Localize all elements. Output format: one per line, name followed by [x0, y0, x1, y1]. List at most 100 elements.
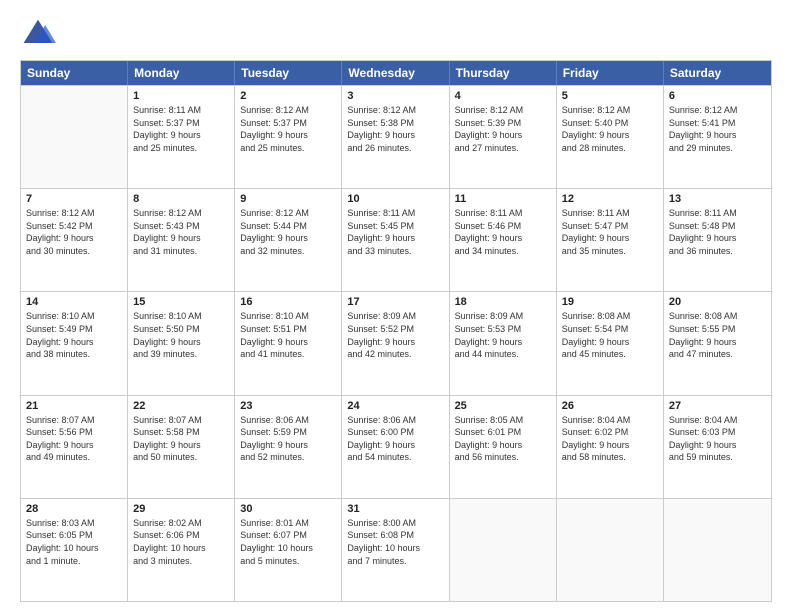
- day-number: 24: [347, 400, 443, 412]
- calendar-cell: 28 Sunrise: 8:03 AM Sunset: 6:05 PM Dayli…: [21, 499, 128, 601]
- day-content: Sunrise: 8:11 AM Sunset: 5:46 PM Dayligh…: [455, 207, 551, 257]
- day-number: 17: [347, 296, 443, 308]
- day-number: 15: [133, 296, 229, 308]
- day-content: Sunrise: 8:11 AM Sunset: 5:47 PM Dayligh…: [562, 207, 658, 257]
- calendar-cell: 10 Sunrise: 8:11 AM Sunset: 5:45 PM Dayli…: [342, 189, 449, 291]
- calendar-cell: 25Sunrise: 8:05 AM Sunset: 6:01 PM Dayli…: [450, 396, 557, 498]
- header-day-friday: Friday: [557, 61, 664, 85]
- calendar-row-2: 14 Sunrise: 8:10 AM Sunset: 5:49 PM Dayli…: [21, 291, 771, 394]
- day-content: Sunrise: 8:07 AM Sunset: 5:56 PM Dayligh…: [26, 414, 122, 464]
- day-number: 22: [133, 400, 229, 412]
- day-number: 27: [669, 400, 766, 412]
- day-content: Sunrise: 8:12 AM Sunset: 5:37 PM Dayligh…: [240, 104, 336, 154]
- day-content: Sunrise: 8:04 AM Sunset: 6:03 PM Dayligh…: [669, 414, 766, 464]
- day-number: 29: [133, 503, 229, 515]
- day-number: 3: [347, 90, 443, 102]
- calendar-cell: 18 Sunrise: 8:09 AM Sunset: 5:53 PM Dayli…: [450, 292, 557, 394]
- calendar-cell: 26 Sunrise: 8:04 AM Sunset: 6:02 PM Dayli…: [557, 396, 664, 498]
- day-number: 16: [240, 296, 336, 308]
- calendar-cell: 2Sunrise: 8:12 AM Sunset: 5:37 PM Daylig…: [235, 86, 342, 188]
- day-number: 8: [133, 193, 229, 205]
- header-day-wednesday: Wednesday: [342, 61, 449, 85]
- day-number: 19: [562, 296, 658, 308]
- day-number: 31: [347, 503, 443, 515]
- day-number: 6: [669, 90, 766, 102]
- calendar-cell: 21 Sunrise: 8:07 AM Sunset: 5:56 PM Dayli…: [21, 396, 128, 498]
- day-content: Sunrise: 8:12 AM Sunset: 5:39 PM Dayligh…: [455, 104, 551, 154]
- day-content: Sunrise: 8:08 AM Sunset: 5:54 PM Dayligh…: [562, 310, 658, 360]
- logo: [20, 16, 60, 52]
- calendar-cell: [21, 86, 128, 188]
- day-content: Sunrise: 8:11 AM Sunset: 5:45 PM Dayligh…: [347, 207, 443, 257]
- day-content: Sunrise: 8:03 AM Sunset: 6:05 PM Dayligh…: [26, 517, 122, 567]
- day-content: Sunrise: 8:02 AM Sunset: 6:06 PM Dayligh…: [133, 517, 229, 567]
- calendar-cell: 5 Sunrise: 8:12 AM Sunset: 5:40 PM Daylig…: [557, 86, 664, 188]
- calendar-cell: 31 Sunrise: 8:00 AM Sunset: 6:08 PM Dayli…: [342, 499, 449, 601]
- calendar-cell: 17 Sunrise: 8:09 AM Sunset: 5:52 PM Dayli…: [342, 292, 449, 394]
- day-number: 23: [240, 400, 336, 412]
- day-content: Sunrise: 8:10 AM Sunset: 5:51 PM Dayligh…: [240, 310, 336, 360]
- day-content: Sunrise: 8:12 AM Sunset: 5:40 PM Dayligh…: [562, 104, 658, 154]
- calendar-cell: [450, 499, 557, 601]
- day-content: Sunrise: 8:10 AM Sunset: 5:49 PM Dayligh…: [26, 310, 122, 360]
- calendar-row-1: 7 Sunrise: 8:12 AM Sunset: 5:42 PM Daylig…: [21, 188, 771, 291]
- day-content: Sunrise: 8:10 AM Sunset: 5:50 PM Dayligh…: [133, 310, 229, 360]
- calendar-cell: 24 Sunrise: 8:06 AM Sunset: 6:00 PM Dayli…: [342, 396, 449, 498]
- day-content: Sunrise: 8:12 AM Sunset: 5:44 PM Dayligh…: [240, 207, 336, 257]
- calendar-cell: 22 Sunrise: 8:07 AM Sunset: 5:58 PM Dayli…: [128, 396, 235, 498]
- calendar-header: SundayMondayTuesdayWednesdayThursdayFrid…: [21, 61, 771, 85]
- calendar-row-0: 1Sunrise: 8:11 AM Sunset: 5:37 PM Daylig…: [21, 85, 771, 188]
- day-content: Sunrise: 8:09 AM Sunset: 5:52 PM Dayligh…: [347, 310, 443, 360]
- day-number: 9: [240, 193, 336, 205]
- day-content: Sunrise: 8:12 AM Sunset: 5:42 PM Dayligh…: [26, 207, 122, 257]
- calendar-cell: 20 Sunrise: 8:08 AM Sunset: 5:55 PM Dayli…: [664, 292, 771, 394]
- page: SundayMondayTuesdayWednesdayThursdayFrid…: [0, 0, 792, 612]
- calendar-cell: 15 Sunrise: 8:10 AM Sunset: 5:50 PM Dayli…: [128, 292, 235, 394]
- calendar-cell: 6Sunrise: 8:12 AM Sunset: 5:41 PM Daylig…: [664, 86, 771, 188]
- calendar-cell: 11 Sunrise: 8:11 AM Sunset: 5:46 PM Dayli…: [450, 189, 557, 291]
- day-content: Sunrise: 8:01 AM Sunset: 6:07 PM Dayligh…: [240, 517, 336, 567]
- calendar-cell: 12Sunrise: 8:11 AM Sunset: 5:47 PM Dayli…: [557, 189, 664, 291]
- header-day-monday: Monday: [128, 61, 235, 85]
- day-content: Sunrise: 8:09 AM Sunset: 5:53 PM Dayligh…: [455, 310, 551, 360]
- day-content: Sunrise: 8:08 AM Sunset: 5:55 PM Dayligh…: [669, 310, 766, 360]
- calendar-cell: 8 Sunrise: 8:12 AM Sunset: 5:43 PM Daylig…: [128, 189, 235, 291]
- day-number: 14: [26, 296, 122, 308]
- day-content: Sunrise: 8:06 AM Sunset: 5:59 PM Dayligh…: [240, 414, 336, 464]
- header-day-tuesday: Tuesday: [235, 61, 342, 85]
- day-content: Sunrise: 8:04 AM Sunset: 6:02 PM Dayligh…: [562, 414, 658, 464]
- calendar-cell: 27 Sunrise: 8:04 AM Sunset: 6:03 PM Dayli…: [664, 396, 771, 498]
- day-content: Sunrise: 8:07 AM Sunset: 5:58 PM Dayligh…: [133, 414, 229, 464]
- calendar-body: 1Sunrise: 8:11 AM Sunset: 5:37 PM Daylig…: [21, 85, 771, 601]
- day-number: 7: [26, 193, 122, 205]
- day-number: 11: [455, 193, 551, 205]
- calendar-row-4: 28 Sunrise: 8:03 AM Sunset: 6:05 PM Dayli…: [21, 498, 771, 601]
- day-number: 1: [133, 90, 229, 102]
- day-number: 26: [562, 400, 658, 412]
- header-day-saturday: Saturday: [664, 61, 771, 85]
- calendar: SundayMondayTuesdayWednesdayThursdayFrid…: [20, 60, 772, 602]
- day-content: Sunrise: 8:05 AM Sunset: 6:01 PM Dayligh…: [455, 414, 551, 464]
- day-number: 5: [562, 90, 658, 102]
- day-content: Sunrise: 8:11 AM Sunset: 5:48 PM Dayligh…: [669, 207, 766, 257]
- calendar-cell: [557, 499, 664, 601]
- day-number: 4: [455, 90, 551, 102]
- calendar-cell: 16 Sunrise: 8:10 AM Sunset: 5:51 PM Dayli…: [235, 292, 342, 394]
- day-content: Sunrise: 8:06 AM Sunset: 6:00 PM Dayligh…: [347, 414, 443, 464]
- header-day-sunday: Sunday: [21, 61, 128, 85]
- header-day-thursday: Thursday: [450, 61, 557, 85]
- day-number: 20: [669, 296, 766, 308]
- day-number: 13: [669, 193, 766, 205]
- calendar-cell: 14 Sunrise: 8:10 AM Sunset: 5:49 PM Dayli…: [21, 292, 128, 394]
- day-number: 28: [26, 503, 122, 515]
- day-content: Sunrise: 8:12 AM Sunset: 5:43 PM Dayligh…: [133, 207, 229, 257]
- day-content: Sunrise: 8:12 AM Sunset: 5:38 PM Dayligh…: [347, 104, 443, 154]
- day-number: 18: [455, 296, 551, 308]
- calendar-cell: 3 Sunrise: 8:12 AM Sunset: 5:38 PM Daylig…: [342, 86, 449, 188]
- calendar-cell: 9 Sunrise: 8:12 AM Sunset: 5:44 PM Daylig…: [235, 189, 342, 291]
- day-number: 21: [26, 400, 122, 412]
- calendar-row-3: 21 Sunrise: 8:07 AM Sunset: 5:56 PM Dayli…: [21, 395, 771, 498]
- day-number: 10: [347, 193, 443, 205]
- day-content: Sunrise: 8:00 AM Sunset: 6:08 PM Dayligh…: [347, 517, 443, 567]
- calendar-cell: [664, 499, 771, 601]
